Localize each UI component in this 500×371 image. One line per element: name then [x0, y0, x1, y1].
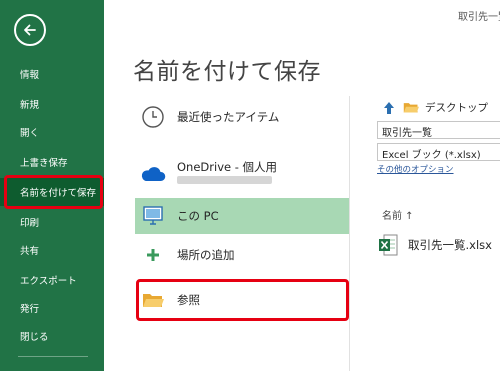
folder-icon — [403, 103, 419, 113]
computer-icon — [135, 198, 171, 234]
nav-share[interactable]: 共有 — [0, 236, 104, 264]
more-options-link[interactable]: その他のオプション — [377, 163, 454, 175]
filename-input[interactable]: 取引先一覧 — [377, 121, 500, 139]
browse-highlight-box — [136, 279, 349, 321]
save-as-highlight-box — [4, 175, 103, 209]
name-column-header[interactable]: 名前 ↑ — [382, 207, 414, 222]
location-label: 場所の追加 — [177, 248, 235, 262]
nav-open[interactable]: 開く — [0, 118, 104, 146]
clock-icon — [135, 99, 171, 135]
onedrive-account-redacted — [177, 176, 272, 184]
current-folder[interactable]: デスクトップ — [383, 100, 488, 115]
panel-divider — [349, 96, 350, 371]
filetype-select[interactable]: Excel ブック (*.xlsx) — [377, 143, 500, 161]
page-title: 名前を付けて保存 — [133, 59, 321, 85]
back-arrow-icon — [24, 24, 36, 36]
nav-print[interactable]: 印刷 — [0, 208, 104, 236]
location-label: 最近使ったアイテム — [177, 110, 280, 124]
file-name: 取引先一覧.xlsx — [408, 238, 492, 252]
excel-file-icon — [379, 234, 398, 256]
window-title: 取引先一覧 — [458, 12, 500, 23]
nav-publish[interactable]: 発行 — [0, 294, 104, 322]
nav-info[interactable]: 情報 — [0, 60, 104, 88]
folder-name: デスクトップ — [425, 102, 488, 114]
location-add-place[interactable]: 場所の追加 — [135, 237, 349, 273]
nav-export[interactable]: エクスポート — [0, 266, 104, 294]
location-this-pc[interactable]: この PC — [135, 198, 349, 234]
nav-divider — [18, 356, 88, 357]
back-button[interactable] — [14, 14, 46, 46]
up-arrow-icon[interactable] — [383, 101, 395, 115]
cloud-icon — [135, 156, 171, 192]
file-list-item[interactable]: 取引先一覧.xlsx — [378, 234, 492, 256]
onedrive-name: OneDrive - 個人用 — [177, 160, 278, 174]
location-label: この PC — [177, 209, 219, 223]
backstage-sidebar: 情報 新規 開く 上書き保存 名前を付けて保存 印刷 共有 エクスポート 発行 … — [0, 0, 104, 371]
location-recent[interactable]: 最近使ったアイテム — [135, 99, 349, 135]
nav-save[interactable]: 上書き保存 — [0, 148, 104, 176]
nav-new[interactable]: 新規 — [0, 90, 104, 118]
nav-close[interactable]: 閉じる — [0, 322, 104, 350]
plus-icon — [135, 237, 171, 273]
